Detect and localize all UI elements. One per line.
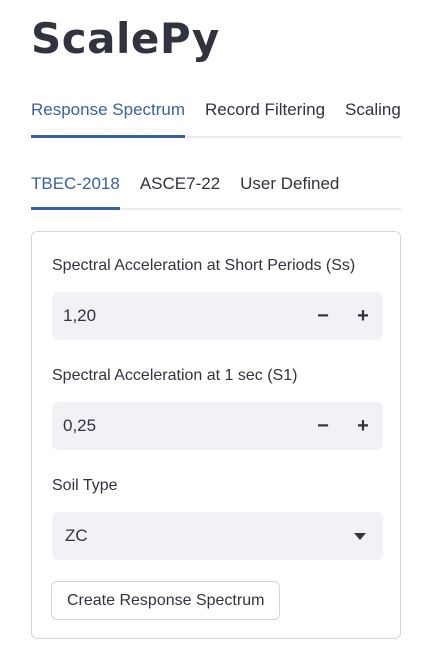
ss-label: Spectral Acceleration at Short Periods (…	[52, 257, 356, 274]
s1-number-input[interactable]: 0,25 − +	[52, 402, 383, 450]
soil-type-select[interactable]: ZC	[52, 512, 383, 560]
create-response-spectrum-button[interactable]: Create Response Spectrum	[51, 581, 281, 620]
s1-increment-button[interactable]: +	[343, 402, 383, 450]
ss-value[interactable]: 1,20	[52, 306, 303, 326]
tab-scaling[interactable]: Scaling	[345, 96, 401, 136]
app-title: ScalePy	[31, 14, 220, 63]
s1-label: Spectral Acceleration at 1 sec (S1)	[52, 367, 298, 384]
s1-value[interactable]: 0,25	[52, 416, 303, 436]
tab-user-defined[interactable]: User Defined	[240, 170, 339, 208]
soil-type-value: ZC	[65, 526, 88, 545]
ss-decrement-button[interactable]: −	[303, 292, 343, 340]
code-tab-bar: TBEC-2018 ASCE7-22 User Defined	[31, 170, 401, 210]
ss-increment-button[interactable]: +	[343, 292, 383, 340]
ss-number-input[interactable]: 1,20 − +	[52, 292, 383, 340]
tab-response-spectrum[interactable]: Response Spectrum	[31, 96, 186, 138]
response-spectrum-form: Spectral Acceleration at Short Periods (…	[31, 231, 401, 639]
chevron-down-icon	[354, 532, 366, 540]
s1-decrement-button[interactable]: −	[303, 402, 343, 450]
tab-record-filtering[interactable]: Record Filtering	[205, 96, 325, 136]
tab-asce7-22[interactable]: ASCE7-22	[140, 170, 220, 208]
main-tab-bar: Response Spectrum Record Filtering Scali…	[31, 96, 401, 138]
soil-type-label: Soil Type	[52, 477, 118, 494]
tab-tbec-2018[interactable]: TBEC-2018	[31, 170, 120, 210]
